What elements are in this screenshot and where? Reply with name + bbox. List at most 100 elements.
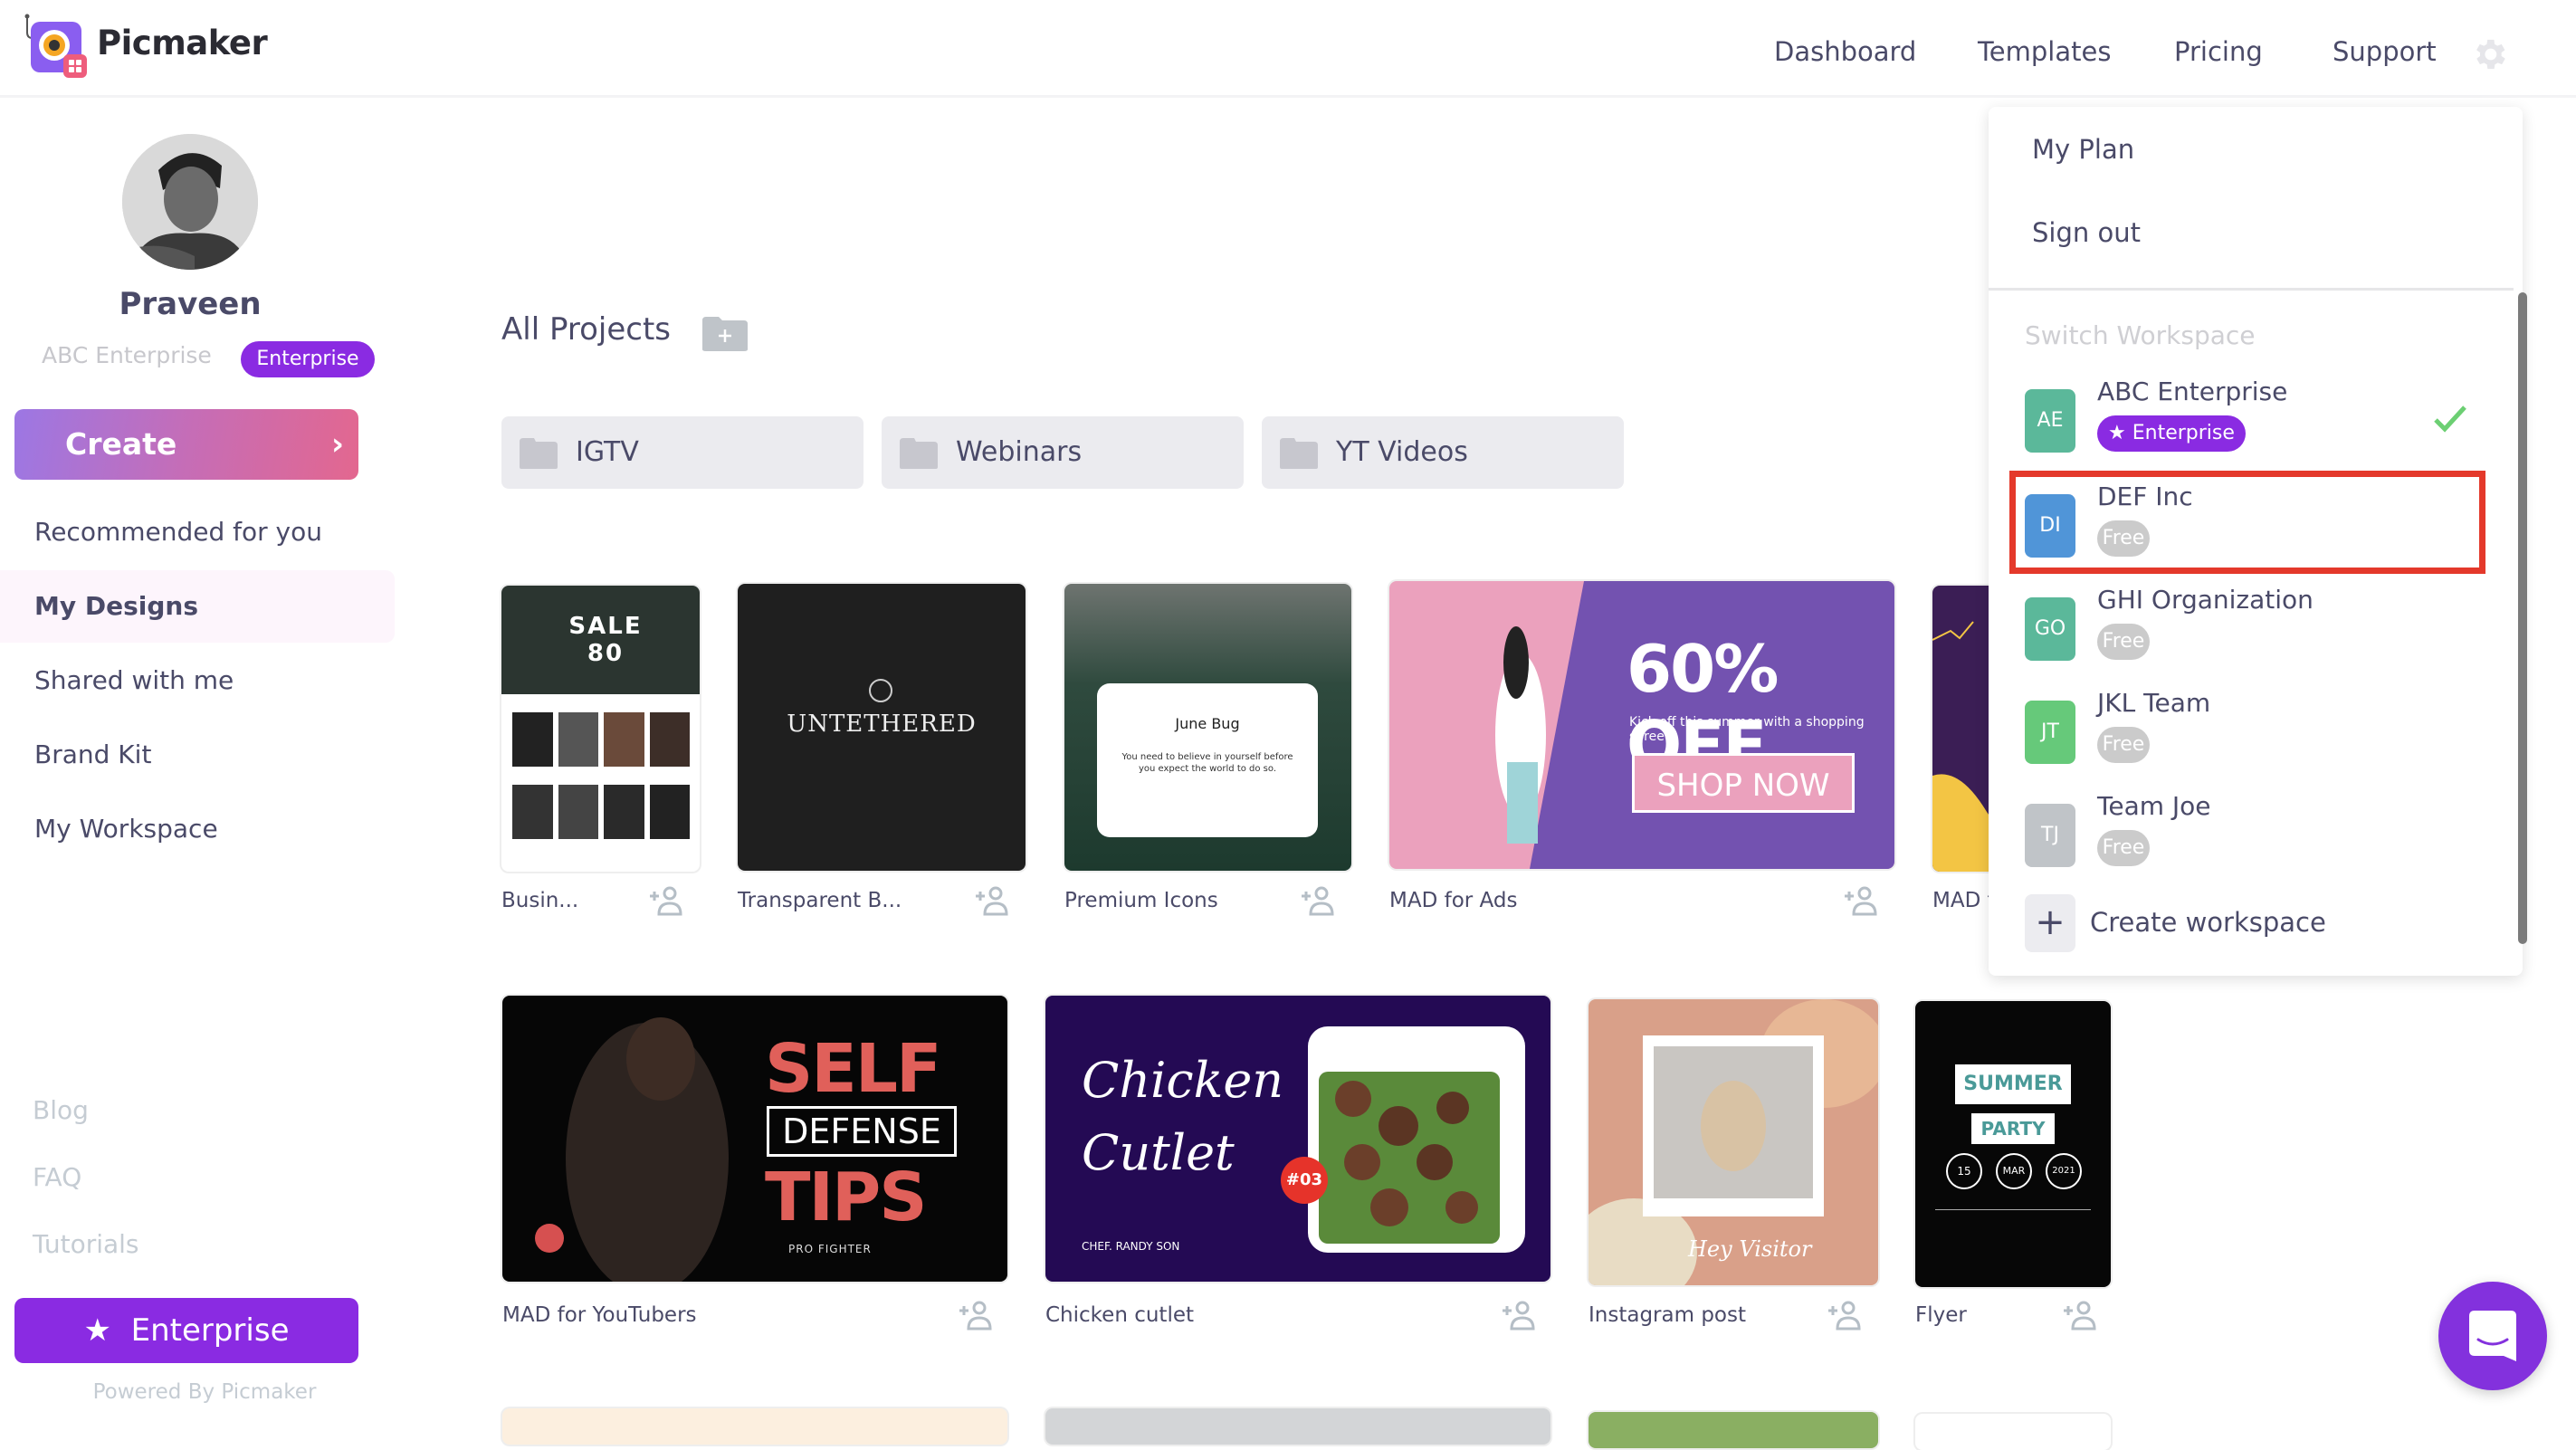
- sidebar-item-brand-kit[interactable]: Brand Kit: [0, 719, 395, 791]
- design-label[interactable]: Flyer: [1915, 1303, 1967, 1327]
- current-workspace-name: ABC Enterprise: [42, 342, 212, 368]
- nav-templates[interactable]: Templates: [1978, 36, 2111, 67]
- workspace-avatar: JT: [2025, 701, 2075, 764]
- chat-icon: [2469, 1311, 2516, 1361]
- workspace-ghi-organization[interactable]: GO GHI Organization Free: [2007, 583, 2495, 682]
- workspace-plan-badge: Free: [2097, 830, 2150, 866]
- checkmark-icon: [2434, 405, 2466, 433]
- share-user-icon[interactable]: [972, 885, 1010, 916]
- design-card-mad-for-ads[interactable]: 60% OFF Kick off this summer with a shop…: [1389, 581, 1894, 869]
- thumb-text: UNTETHERED: [787, 711, 977, 738]
- workspace-team-joe[interactable]: TJ Team Joe Free: [2007, 789, 2495, 889]
- new-folder-icon[interactable]: [701, 313, 749, 353]
- design-card-instagram-post[interactable]: Hey Visitor: [1589, 999, 1878, 1285]
- sidebar-item-my-workspace[interactable]: My Workspace: [0, 793, 395, 865]
- folder-igtv[interactable]: IGTV: [501, 416, 863, 489]
- thumb-subtext: PRO FIGHTER: [788, 1243, 872, 1255]
- create-button[interactable]: Create ›: [14, 409, 358, 480]
- design-label[interactable]: Chicken cutlet: [1045, 1303, 1194, 1327]
- share-user-icon[interactable]: [1841, 885, 1879, 916]
- thumb-date-month: MAR: [1996, 1153, 2032, 1189]
- annotation-highlight-box: [2009, 471, 2485, 574]
- thumb-subtext: CHEF. RANDY SON: [1082, 1240, 1180, 1253]
- user-photo: [122, 134, 258, 270]
- design-card-transparent[interactable]: UNTETHERED: [738, 584, 1026, 871]
- workspace-name: JKL Team: [2097, 688, 2211, 718]
- thumb-line: Cutlet: [1082, 1124, 1235, 1181]
- folder-icon: [900, 438, 938, 469]
- design-label[interactable]: MAD for Ads: [1389, 889, 1517, 912]
- design-label[interactable]: MAD f: [1932, 889, 1995, 912]
- dropdown-scrollbar[interactable]: [2518, 292, 2527, 944]
- thumb-text: Chicken Cutlet: [1082, 1045, 1283, 1189]
- design-card-row3-1[interactable]: [502, 1408, 1007, 1445]
- plan-label: Enterprise: [2132, 422, 2235, 444]
- sidebar-item-my-designs[interactable]: My Designs: [0, 570, 395, 643]
- design-card-premium-icons[interactable]: June Bug You need to believe in yourself…: [1064, 584, 1351, 871]
- workspace-jkl-team[interactable]: JT JKL Team Free: [2007, 686, 2495, 786]
- design-label[interactable]: Instagram post: [1589, 1303, 1746, 1327]
- design-card-flyer[interactable]: SUMMER PARTY 15 MAR 2021: [1915, 1001, 2111, 1287]
- gear-icon[interactable]: [2469, 34, 2509, 74]
- nav-dashboard[interactable]: Dashboard: [1774, 36, 1916, 67]
- share-user-icon[interactable]: [1825, 1300, 1863, 1331]
- sidebar-item-shared-with-me[interactable]: Shared with me: [0, 644, 395, 717]
- folder-label: YT Videos: [1336, 436, 1468, 468]
- menu-item-my-plan[interactable]: My Plan: [2032, 134, 2134, 165]
- user-avatar[interactable]: [122, 134, 258, 270]
- share-user-icon[interactable]: [2060, 1300, 2098, 1331]
- star-icon: ★: [83, 1312, 111, 1349]
- thumb-text: June Bug: [1175, 715, 1240, 732]
- top-header: Picmaker Dashboard Templates Pricing Sup…: [0, 0, 2576, 98]
- share-user-icon[interactable]: [646, 885, 684, 916]
- share-user-icon[interactable]: [1499, 1300, 1537, 1331]
- share-user-icon[interactable]: [1298, 885, 1336, 916]
- design-card-row3-2[interactable]: [1045, 1408, 1550, 1445]
- workspace-plan-badge: Free: [2097, 624, 2150, 660]
- create-workspace-button[interactable]: + Create workspace: [2007, 894, 2495, 958]
- thumb-text: TIPS: [765, 1159, 928, 1236]
- design-card-mad-for-youtubers[interactable]: SELF DEFENSE TIPS PRO FIGHTER: [502, 996, 1007, 1282]
- thumb-date-day: 15: [1946, 1153, 1982, 1189]
- menu-divider: [1989, 288, 2514, 291]
- sidebar-item-recommended[interactable]: Recommended for you: [0, 496, 395, 568]
- thumb-subtext: You need to believe in yourself before y…: [1121, 752, 1293, 774]
- thumb-divider: [1935, 1209, 2091, 1210]
- workspace-abc-enterprise[interactable]: AE ABC Enterprise ★ Enterprise: [2007, 375, 2495, 474]
- workspace-name: ABC Enterprise: [2097, 377, 2288, 406]
- picmaker-logo-icon[interactable]: [24, 13, 92, 78]
- folder-icon: [1280, 438, 1318, 469]
- design-label[interactable]: MAD for YouTubers: [502, 1303, 697, 1327]
- workspace-name: Team Joe: [2097, 791, 2211, 821]
- design-card-chicken-cutlet[interactable]: Chicken Cutlet #03 CHEF. RANDY SON: [1045, 996, 1550, 1282]
- share-user-icon[interactable]: [956, 1300, 994, 1331]
- design-label[interactable]: Busin...: [501, 889, 578, 912]
- menu-item-sign-out[interactable]: Sign out: [2032, 217, 2141, 248]
- create-workspace-label: Create workspace: [2090, 907, 2326, 938]
- folder-label: IGTV: [576, 436, 639, 468]
- thumb-products: [512, 712, 690, 767]
- nav-support[interactable]: Support: [2333, 36, 2437, 67]
- design-card-business[interactable]: SALE 80: [501, 586, 700, 872]
- folder-webinars[interactable]: Webinars: [882, 416, 1244, 489]
- design-card-row3-3[interactable]: [1589, 1412, 1878, 1448]
- thumb-text: SALE 80: [568, 613, 643, 667]
- workspace-avatar: TJ: [2025, 804, 2075, 867]
- tutorials-link[interactable]: Tutorials: [33, 1229, 139, 1259]
- enterprise-button-label: Enterprise: [130, 1312, 290, 1349]
- chat-widget-button[interactable]: [2438, 1282, 2547, 1390]
- workspace-plan-badge: ★ Enterprise: [2097, 415, 2246, 452]
- user-name: Praveen: [119, 286, 262, 322]
- faq-link[interactable]: FAQ: [33, 1162, 81, 1192]
- design-label[interactable]: Premium Icons: [1064, 889, 1218, 912]
- blog-link[interactable]: Blog: [33, 1095, 89, 1125]
- folder-yt-videos[interactable]: YT Videos: [1262, 416, 1624, 489]
- enterprise-button[interactable]: ★ Enterprise: [14, 1298, 358, 1363]
- thumb-text: Hey Visitor: [1688, 1236, 1812, 1262]
- plan-badge: Enterprise: [241, 341, 375, 377]
- nav-pricing[interactable]: Pricing: [2174, 36, 2263, 67]
- thumb-text: SELF: [765, 1030, 942, 1108]
- design-card-row3-4[interactable]: [1915, 1414, 2111, 1450]
- design-label[interactable]: Transparent B...: [738, 889, 902, 912]
- thumb-text: PARTY: [1971, 1113, 2055, 1144]
